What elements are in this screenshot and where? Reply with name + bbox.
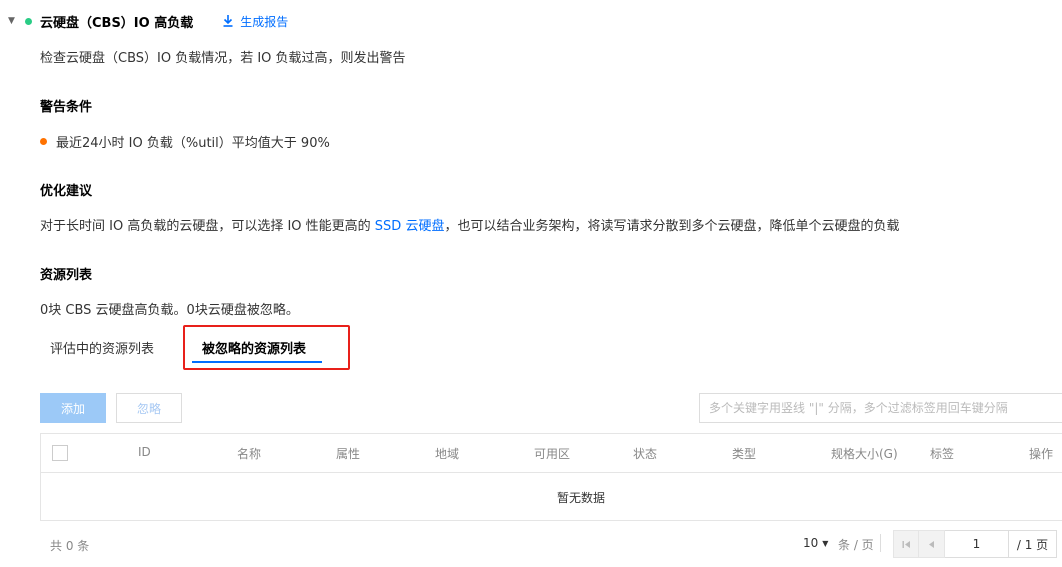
highlight-annotation-box — [183, 325, 350, 370]
column-header-id: ID — [138, 445, 151, 459]
warning-condition: 最近24小时 IO 负载（%util）平均值大于 90% — [40, 132, 330, 151]
pager: / 1 页 — [893, 530, 1057, 558]
advice-text-before: 对于长时间 IO 高负载的云硬盘，可以选择 IO 性能更高的 — [40, 219, 375, 234]
current-page-input[interactable] — [945, 530, 1009, 558]
check-header: ▼ 云硬盘（CBS）IO 高负载 生成报告 — [8, 12, 288, 31]
resource-table: ID 名称 属性 地域 可用区 状态 类型 规格大小(G) 标签 操作 暂无数据 — [40, 433, 1062, 521]
collapse-caret-icon[interactable]: ▼ — [8, 16, 20, 26]
check-description: 检查云硬盘（CBS）IO 负载情况，若 IO 负载过高，则发出警告 — [40, 51, 406, 66]
status-dot-icon — [25, 17, 32, 25]
add-button[interactable]: 添加 — [40, 393, 106, 423]
prev-page-icon — [929, 540, 934, 548]
search-input[interactable] — [699, 393, 1062, 423]
first-page-icon — [902, 540, 910, 548]
advice-section-title: 优化建议 — [40, 184, 93, 199]
column-header-size: 规格大小(G) — [831, 447, 898, 461]
first-page-button[interactable] — [893, 530, 919, 558]
pagination-divider — [880, 534, 881, 552]
column-header-name: 名称 — [237, 447, 262, 461]
warning-section-title: 警告条件 — [40, 100, 93, 115]
generate-report-link[interactable]: 生成报告 — [223, 13, 288, 30]
generate-report-label: 生成报告 — [240, 14, 289, 29]
page-size-select[interactable]: 10 ▼ — [803, 536, 828, 550]
column-header-actions: 操作 — [1029, 447, 1054, 461]
ssd-cbs-link[interactable]: SSD 云硬盘 — [375, 219, 445, 234]
total-count: 共 0 条 — [50, 539, 90, 553]
resource-tabs: 评估中的资源列表 被忽略的资源列表 — [40, 325, 1062, 370]
resources-section-title: 资源列表 — [40, 268, 93, 283]
column-header-attribute: 属性 — [336, 447, 361, 461]
ignore-button[interactable]: 忽略 — [116, 393, 182, 423]
empty-state-text: 暂无数据 — [556, 491, 605, 505]
column-header-zone: 可用区 — [534, 447, 571, 461]
column-header-type: 类型 — [732, 447, 757, 461]
warning-condition-text: 最近24小时 IO 负载（%util）平均值大于 90% — [56, 136, 330, 151]
total-pages: / 1 页 — [1009, 530, 1057, 558]
tab-evaluating-resources[interactable]: 评估中的资源列表 — [50, 338, 154, 357]
table-header: ID 名称 属性 地域 可用区 状态 类型 规格大小(G) 标签 操作 — [41, 434, 1062, 473]
resources-summary: 0块 CBS 云硬盘高负载。0块云硬盘被忽略。 — [40, 303, 299, 318]
check-title: 云硬盘（CBS）IO 高负载 — [40, 15, 194, 31]
column-header-region: 地域 — [435, 447, 460, 461]
per-page-label: 条 / 页 — [838, 538, 874, 552]
warning-dot-icon — [40, 138, 47, 145]
prev-page-button[interactable] — [919, 530, 945, 558]
dropdown-arrow-icon: ▼ — [822, 538, 829, 548]
download-icon — [223, 15, 233, 27]
column-header-tags: 标签 — [930, 447, 955, 461]
select-all-checkbox[interactable] — [52, 445, 68, 461]
advice-text: 对于长时间 IO 高负载的云硬盘，可以选择 IO 性能更高的 SSD 云硬盘，也… — [40, 215, 899, 234]
advice-text-after: ，也可以结合业务架构，将读写请求分散到多个云硬盘，降低单个云硬盘的负载 — [444, 219, 900, 234]
column-header-status: 状态 — [633, 447, 658, 461]
page-size-value: 10 — [803, 536, 819, 550]
